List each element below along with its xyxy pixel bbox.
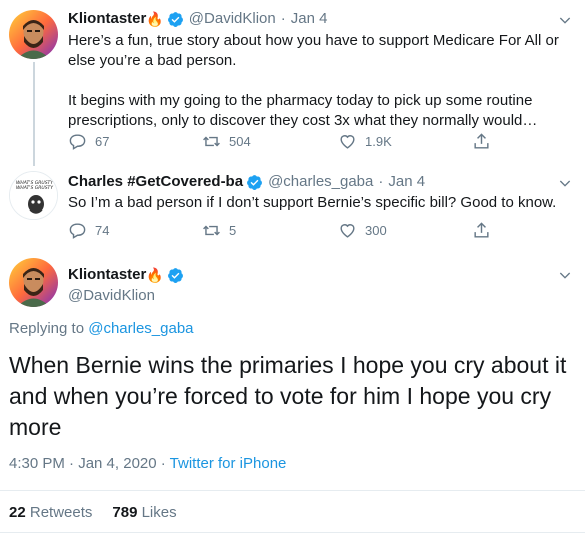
main-display-name-row[interactable]: Kliontaster 🔥 (68, 265, 189, 285)
replying-to: Replying to @charles_gaba (9, 319, 194, 339)
thread-line (33, 62, 35, 166)
tweet1-text: Here’s a fun, true story about how you h… (68, 31, 568, 131)
tweet-timestamp[interactable]: 4:30 PM · Jan 4, 2020 · (9, 455, 166, 472)
fire-emoji: 🔥 (146, 267, 164, 283)
retweet-count: 5 (229, 223, 237, 238)
tweet2-text: So I’m a bad person if I don’t support B… (68, 194, 557, 211)
retweets-stat[interactable]: 22 Retweets (9, 504, 92, 521)
retweets-label: Retweets (29, 504, 93, 521)
share-button[interactable] (472, 221, 499, 240)
like-button[interactable]: 1.9K (338, 132, 392, 151)
chevron-down-icon[interactable] (557, 12, 573, 28)
svg-text:WHAT'S GRUSTY: WHAT'S GRUSTY (16, 185, 54, 191)
tweet2-handle[interactable]: @charles_gaba (268, 172, 373, 192)
tweet1-date[interactable]: Jan 4 (291, 9, 328, 29)
tweet1-handle[interactable]: @DavidKlion (189, 9, 276, 29)
avatar-davidklion[interactable] (9, 10, 58, 59)
retweet-icon (203, 225, 220, 236)
tweet-stats: 22 Retweets 789 Likes (9, 503, 177, 523)
avatar-charles-gaba[interactable]: WHAT'S GRUSTY WHAT'S GRUSTY (9, 171, 58, 220)
share-icon (474, 133, 489, 149)
main-display-name[interactable]: Kliontaster (68, 265, 146, 285)
likes-stat[interactable]: 789 Likes (112, 504, 176, 521)
reply-button[interactable]: 74 (68, 221, 109, 240)
retweet-icon (203, 136, 220, 147)
retweet-total: 22 (9, 504, 26, 521)
tweet1-paragraph-1: Here’s a fun, true story about how you h… (68, 32, 559, 69)
tweet-meta: 4:30 PM · Jan 4, 2020 · Twitter for iPho… (9, 454, 286, 474)
main-handle[interactable]: @DavidKlion (68, 286, 189, 306)
fire-emoji: 🔥 (146, 11, 164, 27)
share-button[interactable] (472, 132, 499, 151)
retweet-button[interactable]: 504 (202, 132, 251, 151)
replying-to-link[interactable]: @charles_gaba (88, 320, 193, 337)
tweet2-header: Charles #GetCovered-ba @charles_gaba · J… (68, 172, 425, 192)
main-tweet-text: When Bernie wins the primaries I hope yo… (9, 352, 567, 440)
tweet1-header: Kliontaster 🔥 @DavidKlion · Jan 4 (68, 9, 327, 29)
like-count: 300 (365, 223, 387, 238)
like-icon (340, 135, 355, 149)
reply-button[interactable]: 67 (68, 132, 109, 151)
chevron-down-icon[interactable] (557, 175, 573, 191)
tweet2-display-name[interactable]: Charles #GetCovered-ba (68, 172, 243, 192)
retweet-count: 504 (229, 134, 251, 149)
tweet-parent-1[interactable]: Kliontaster 🔥 @DavidKlion · Jan 4 Here’s… (0, 0, 585, 166)
like-button[interactable]: 300 (338, 221, 387, 240)
like-count: 1.9K (365, 134, 392, 149)
tweet1-paragraph-2: It begins with my going to the pharmacy … (68, 92, 538, 129)
tweet2-actions: 74 5 300 (68, 221, 508, 241)
share-icon (474, 222, 489, 238)
reply-count: 74 (95, 223, 110, 238)
verified-badge-icon (247, 174, 263, 190)
like-total: 789 (112, 504, 138, 521)
replying-prefix: Replying to (9, 320, 85, 337)
tweet1-display-name[interactable]: Kliontaster (68, 9, 146, 29)
verified-badge-icon (167, 267, 183, 283)
tweet2-sep: · (378, 173, 384, 190)
chevron-down-icon[interactable] (557, 267, 573, 283)
tweet1-actions: 67 504 1.9K (68, 132, 508, 152)
reply-count: 67 (95, 134, 110, 149)
divider (0, 490, 585, 491)
tweet2-date[interactable]: Jan 4 (388, 172, 425, 192)
like-icon (340, 224, 355, 238)
tweet-parent-2[interactable]: WHAT'S GRUSTY WHAT'S GRUSTY Charles #Get… (0, 162, 585, 247)
reply-icon (69, 134, 86, 150)
likes-label: Likes (141, 504, 177, 521)
avatar-davidklion[interactable] (9, 258, 58, 307)
reply-icon (69, 223, 86, 239)
main-author: Kliontaster 🔥 @DavidKlion (68, 265, 189, 306)
tweet-source-link[interactable]: Twitter for iPhone (170, 455, 287, 472)
tweet1-sep: · (280, 10, 286, 27)
verified-badge-icon (167, 11, 183, 27)
retweet-button[interactable]: 5 (202, 221, 236, 240)
